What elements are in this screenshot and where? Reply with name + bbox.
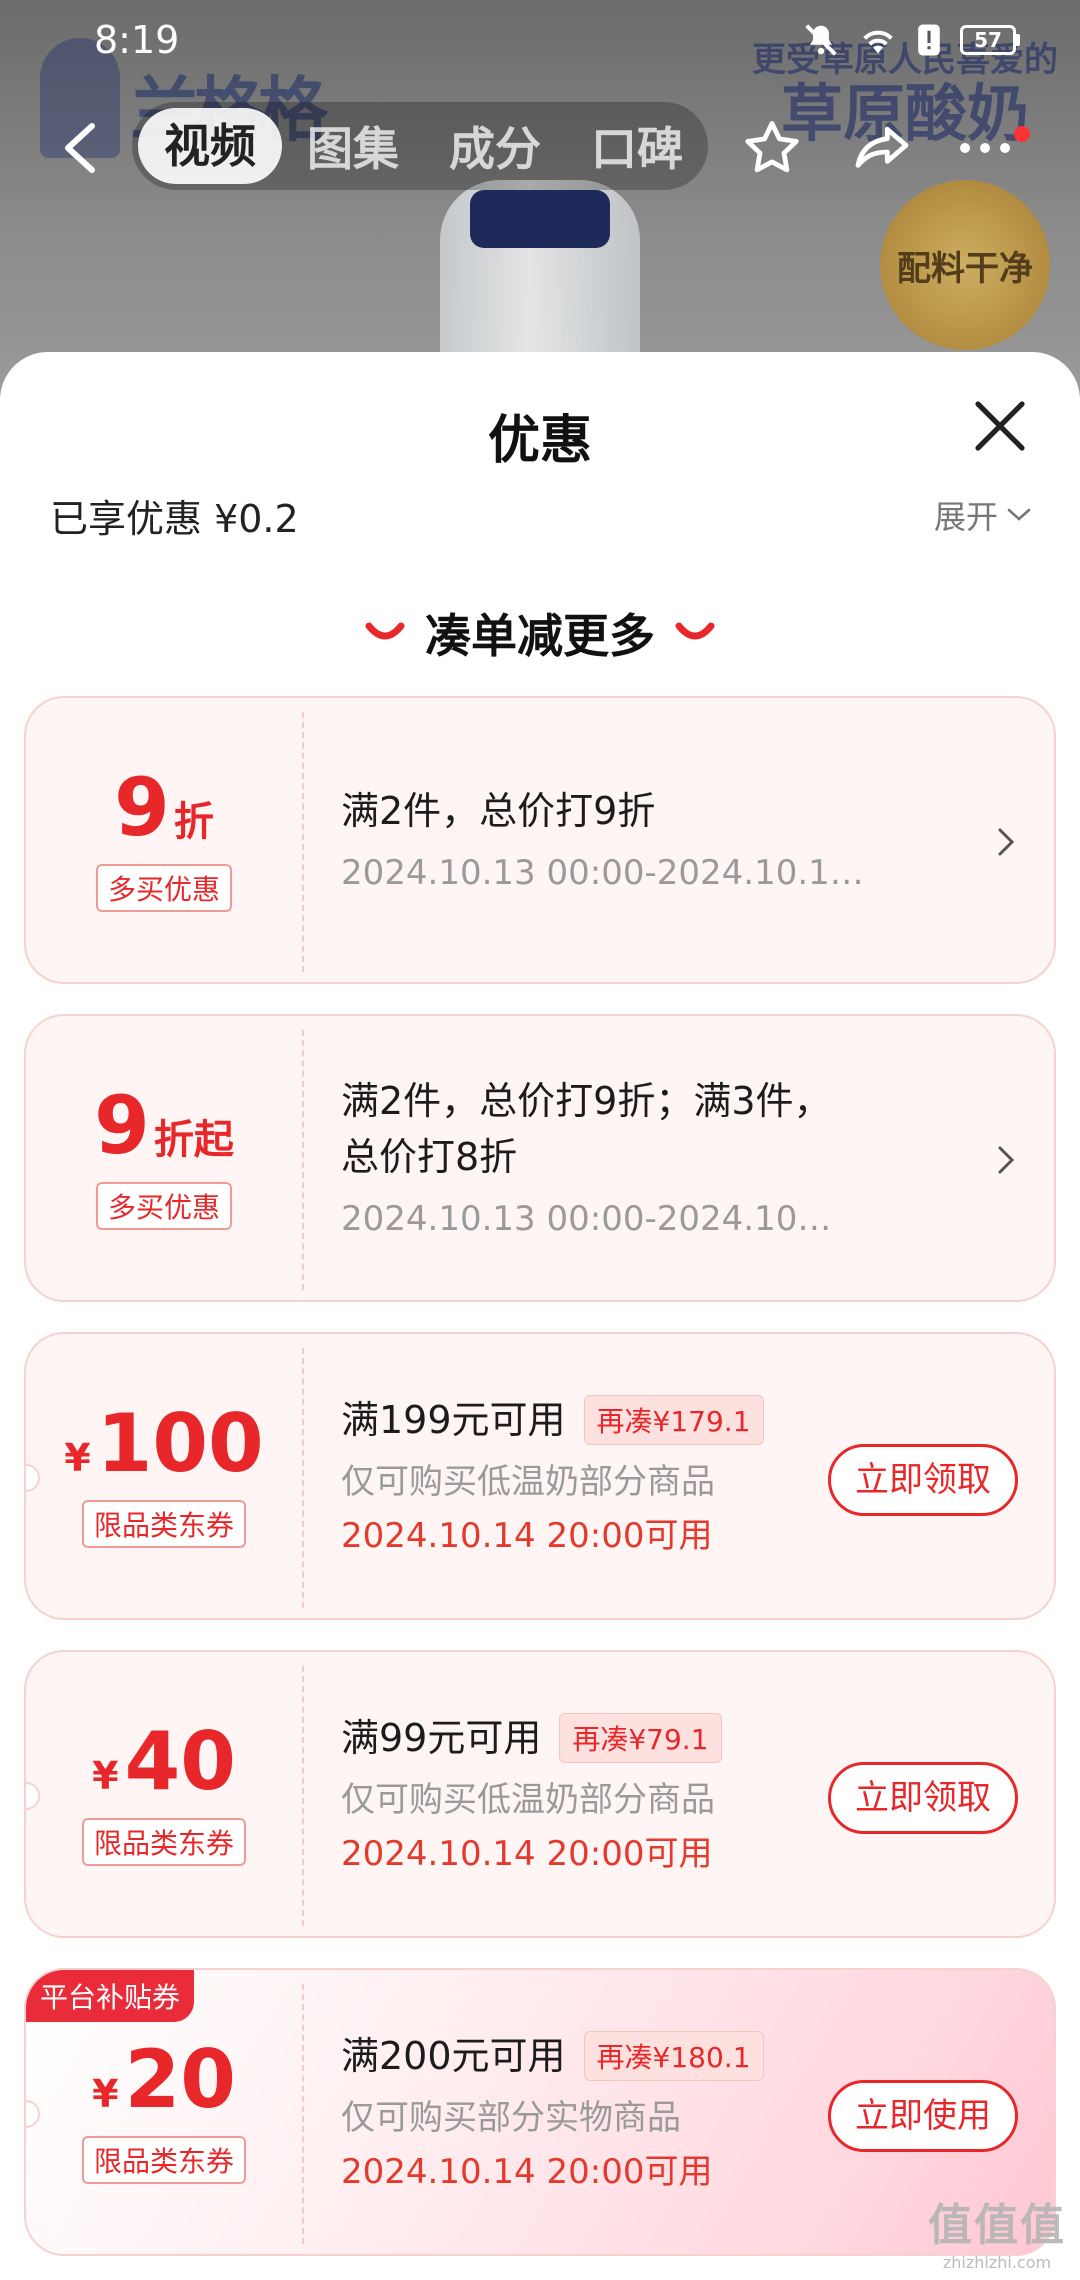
discount-card[interactable]: 9折 多买优惠 满2件，总价打9折 2024.10.13 00:00-2024.…	[24, 696, 1056, 984]
expand-button[interactable]: 展开	[934, 492, 1032, 538]
discount-period: 2024.10.13 00:00-2024.10.14...	[341, 1199, 841, 1239]
top-navigation: 视频 图集 成分 口碑	[0, 100, 1080, 196]
smile-decoration-icon	[675, 622, 715, 640]
tab-ingredients[interactable]: 成分	[424, 113, 566, 179]
discount-rule: 满2件，总价打9折；满3件，总价打8折	[341, 1079, 832, 1179]
remaining-amount-badge: 再凑¥79.1	[559, 1713, 722, 1763]
use-coupon-button[interactable]: 立即使用	[828, 2080, 1018, 2152]
remaining-amount-badge: 再凑¥179.1	[583, 1395, 764, 1445]
coupon-tag: 限品类东券	[81, 1500, 246, 1548]
tab-gallery[interactable]: 图集	[282, 113, 424, 179]
claim-coupon-button[interactable]: 立即领取	[828, 1762, 1018, 1834]
notification-dot	[1014, 126, 1030, 142]
share-button[interactable]	[850, 116, 914, 184]
coupon-value: ¥20	[92, 2033, 236, 2126]
coupon-valid-time: 2024.10.14 20:00可用	[341, 1516, 713, 1556]
favorite-button[interactable]	[740, 116, 804, 184]
discount-card[interactable]: 9 折起 多买优惠 满2件，总价打9折；满3件，总价打8折 2024.10.13 …	[24, 1014, 1056, 1302]
coupon-tag: 限品类东券	[81, 1818, 246, 1866]
discount-value: 9 折起	[94, 1079, 234, 1172]
claim-coupon-button[interactable]: 立即领取	[828, 1444, 1018, 1516]
status-time: 8:19	[94, 18, 180, 62]
chevron-down-icon	[1007, 508, 1031, 521]
close-icon	[975, 401, 1025, 451]
remaining-amount-badge: 再凑¥180.1	[583, 2031, 764, 2081]
quality-badge: 配料干净	[880, 180, 1050, 350]
back-arrow-icon	[65, 123, 95, 173]
more-options-button[interactable]	[960, 116, 1030, 180]
coupon-tag: 限品类东券	[81, 2136, 246, 2184]
battery-indicator: 57	[960, 25, 1020, 55]
tab-video[interactable]: 视频	[138, 108, 282, 184]
coupon-scope: 仅可购买低温奶部分商品	[341, 1780, 715, 1820]
site-watermark: 值值值 zhizhizhi.com	[928, 2200, 1066, 2272]
content-tabs: 视频 图集 成分 口碑	[132, 102, 708, 190]
smile-decoration-icon	[365, 622, 405, 640]
star-icon	[745, 121, 799, 173]
coupon-scope: 仅可购买低温奶部分商品	[341, 1462, 715, 1502]
coupon-card: ¥100 限品类东券 满199元可用 再凑¥179.1 仅可购买低温奶部分商品 …	[24, 1332, 1056, 1620]
coupon-threshold: 满99元可用	[341, 1716, 542, 1760]
expand-label: 展开	[933, 498, 998, 536]
discount-tag: 多买优惠	[95, 1182, 232, 1230]
discount-period: 2024.10.13 00:00-2024.10.14...	[341, 853, 881, 893]
bottle-cap-image	[470, 190, 610, 248]
sim-alert-icon	[918, 24, 940, 56]
chevron-right-icon	[998, 1146, 1015, 1174]
enjoyed-discount-text: 已享优惠 ¥0.2	[50, 497, 299, 541]
share-icon	[855, 126, 909, 168]
coupon-valid-time: 2024.10.14 20:00可用	[341, 1834, 713, 1874]
back-button[interactable]	[52, 120, 108, 176]
coupon-value: ¥40	[92, 1715, 236, 1808]
coupon-valid-time: 2024.10.14 20:00可用	[341, 2152, 713, 2192]
chevron-right-icon	[998, 828, 1015, 856]
coupon-threshold: 满200元可用	[341, 2034, 566, 2078]
platform-coupon-card: 平台补贴券 ¥20 限品类东券 满200元可用 再凑¥180.1 仅可购买部分实…	[24, 1968, 1056, 2256]
coupon-threshold: 满199元可用	[341, 1398, 566, 1442]
close-button[interactable]	[968, 394, 1032, 458]
bell-muted-icon	[805, 24, 837, 56]
status-bar: 8:19 57	[0, 0, 1080, 80]
discount-tag: 多买优惠	[95, 864, 232, 912]
tab-reviews[interactable]: 口碑	[566, 113, 708, 179]
discount-rule: 满2件，总价打9折	[341, 789, 656, 833]
discount-value: 9折	[114, 761, 214, 854]
coupon-value: ¥100	[64, 1397, 264, 1490]
section-title: 凑单减更多	[0, 600, 1080, 666]
coupon-scope: 仅可购买部分实物商品	[341, 2098, 681, 2138]
coupon-card: ¥40 限品类东券 满99元可用 再凑¥79.1 仅可购买低温奶部分商品 202…	[24, 1650, 1056, 1938]
wifi-icon	[863, 30, 893, 54]
sheet-title: 优惠	[487, 411, 592, 471]
